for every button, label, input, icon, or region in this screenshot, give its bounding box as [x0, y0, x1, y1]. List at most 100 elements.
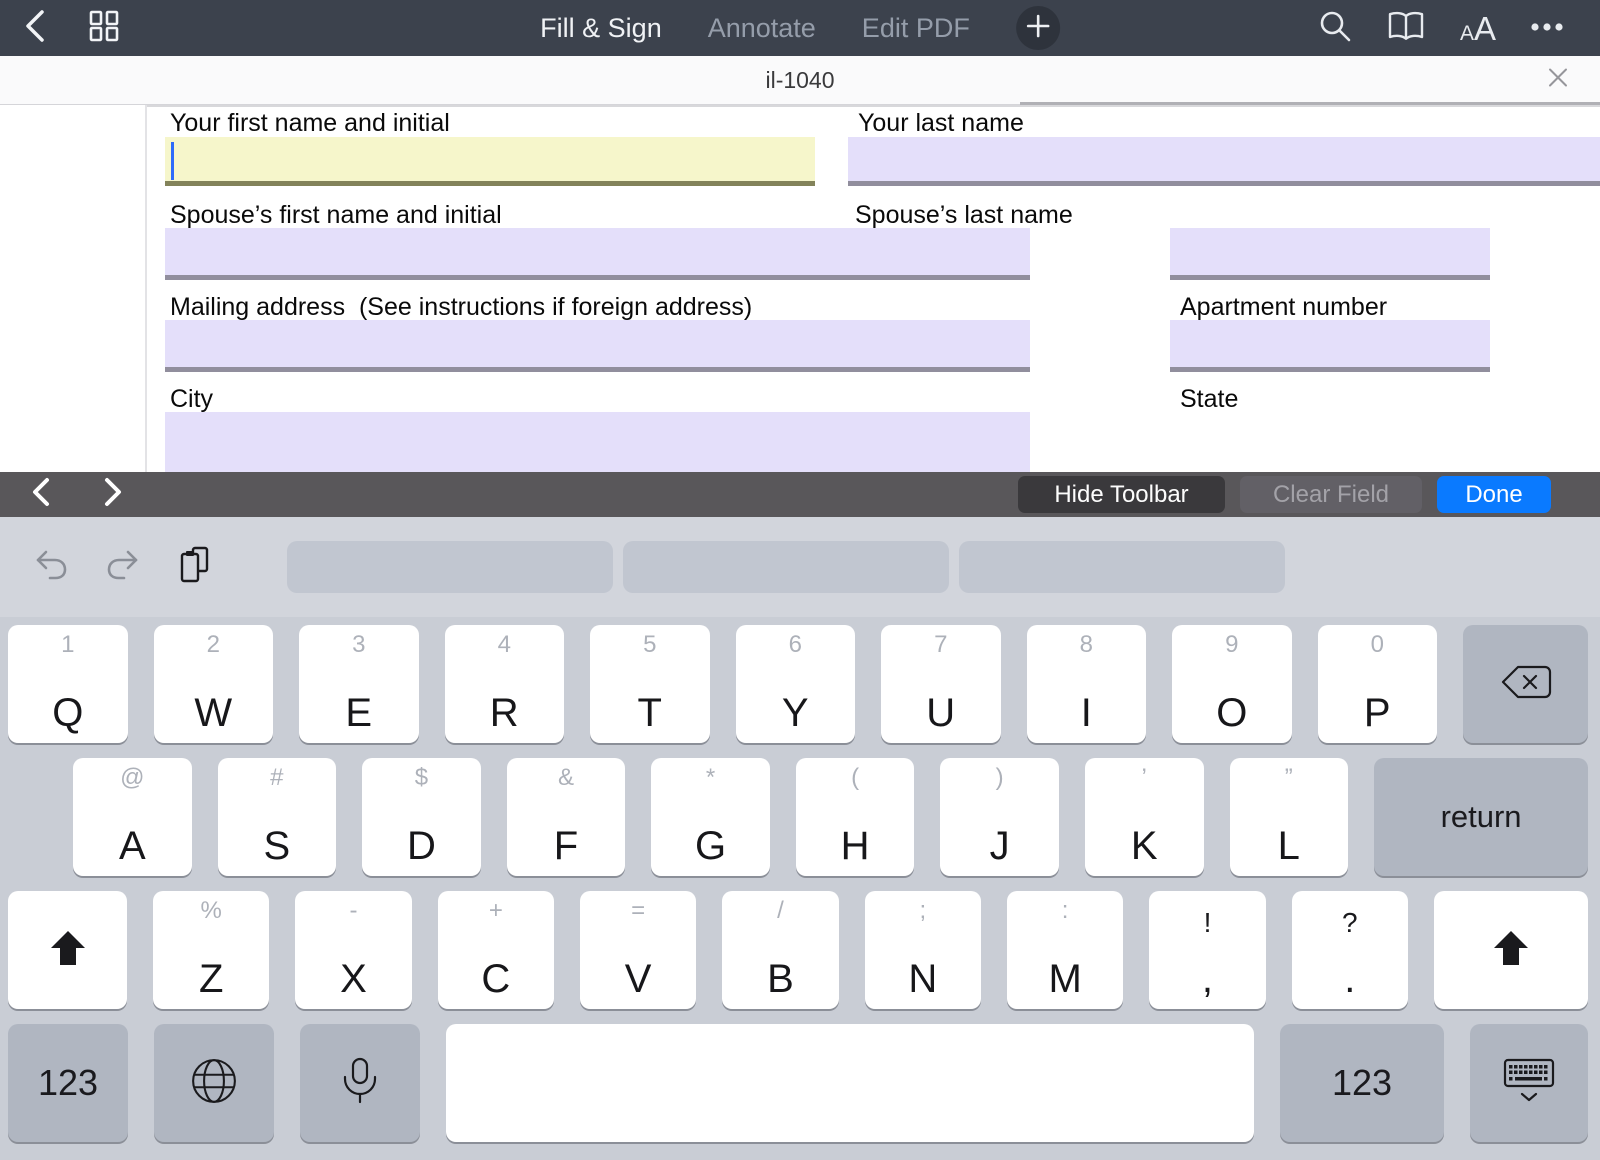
key-secondary-label: ; — [919, 897, 927, 924]
key-k[interactable]: ’ K — [1084, 758, 1204, 876]
thumbnails-button[interactable] — [88, 10, 120, 47]
key-primary-label: P — [1363, 691, 1391, 735]
key-p[interactable]: 0P — [1317, 625, 1437, 743]
key-shift-left[interactable] — [8, 891, 127, 1009]
key-question-period[interactable]: ?. — [1291, 891, 1408, 1009]
key-i[interactable]: 8I — [1026, 625, 1146, 743]
text-cursor — [171, 142, 174, 180]
previous-field-button[interactable] — [30, 477, 52, 512]
key-l[interactable]: ” L — [1229, 758, 1349, 876]
spouse-first-name-field[interactable] — [165, 228, 1030, 280]
document-tab-bar: il-1040 — [0, 56, 1600, 107]
key-o[interactable]: 9O — [1172, 625, 1292, 743]
key-primary-label: I — [1080, 691, 1092, 735]
key-y[interactable]: 6Y — [735, 625, 855, 743]
key-secondary-label: : — [1061, 897, 1069, 924]
outline-button[interactable] — [1386, 10, 1426, 47]
key-h[interactable]: (H — [795, 758, 915, 876]
key-mic[interactable] — [300, 1024, 420, 1142]
key-f[interactable]: & F — [506, 758, 626, 876]
suggestion-pill[interactable] — [287, 541, 613, 593]
key-z[interactable]: % Z — [153, 891, 270, 1009]
key-exclam-comma[interactable]: !, — [1149, 891, 1266, 1009]
first-name-field[interactable] — [165, 137, 815, 186]
key-num-right[interactable]: 123 — [1280, 1024, 1444, 1142]
hide-toolbar-button[interactable]: Hide Toolbar — [1018, 476, 1225, 513]
keyboard-row: % Z - X + C = V / B; N: M!,?. — [8, 891, 1588, 1009]
key-c[interactable]: + C — [437, 891, 554, 1009]
mic-icon — [340, 1056, 380, 1111]
key-secondary-label: ) — [995, 764, 1004, 791]
key-secondary-label: # — [270, 764, 284, 791]
back-chevron-icon — [22, 8, 48, 49]
apartment-number-field[interactable] — [1170, 320, 1490, 372]
key-primary-label: M — [1048, 957, 1082, 1001]
key-j[interactable]: ) J — [940, 758, 1059, 876]
keyboard-row: 1Q2W3E4R5T6Y7U8I9O0P — [8, 625, 1588, 743]
back-button[interactable] — [22, 8, 48, 49]
spouse-last-name-field[interactable] — [1170, 228, 1490, 280]
key-q[interactable]: 1Q — [8, 625, 128, 743]
key-secondary-label: % — [200, 897, 222, 924]
tab-annotate[interactable]: Annotate — [708, 13, 816, 44]
paste-button[interactable] — [178, 545, 212, 590]
key-secondary-label: 0 — [1370, 631, 1384, 658]
tab-fill-sign[interactable]: Fill & Sign — [540, 13, 662, 44]
done-button[interactable]: Done — [1437, 476, 1551, 513]
top-toolbar: Fill & Sign Annotate Edit PDF AA — [0, 0, 1600, 56]
close-icon — [1546, 66, 1570, 95]
key-primary-label: B — [767, 957, 794, 1001]
next-field-button[interactable] — [102, 477, 124, 512]
more-button[interactable] — [1530, 19, 1564, 37]
key-u[interactable]: 7U — [881, 625, 1001, 743]
key-secondary-label: ” — [1284, 764, 1293, 791]
text-settings-button[interactable]: AA — [1460, 12, 1496, 45]
key-r[interactable]: 4R — [444, 625, 564, 743]
shift-icon — [48, 929, 88, 972]
key-return[interactable]: return — [1374, 758, 1589, 876]
key-space[interactable] — [446, 1024, 1254, 1142]
document-tab-title[interactable]: il-1040 — [765, 67, 834, 94]
key-secondary-label: 4 — [497, 631, 511, 658]
key-t[interactable]: 5T — [590, 625, 710, 743]
key-primary-label: R — [489, 691, 519, 735]
key-b[interactable]: / B — [722, 891, 839, 1009]
apartment-number-label: Apartment number — [1180, 293, 1388, 321]
key-num-left[interactable]: 123 — [8, 1024, 128, 1142]
last-name-field[interactable] — [848, 137, 1600, 186]
key-x[interactable]: -X — [295, 891, 412, 1009]
key-n[interactable]: ; N — [864, 891, 981, 1009]
key-a[interactable]: @ A — [73, 758, 192, 876]
key-primary-label: . — [1344, 957, 1356, 1001]
key-m[interactable]: :M — [1006, 891, 1124, 1009]
key-g[interactable]: * G — [651, 758, 770, 876]
keyboard: 1 Q 2 W 3 E 4 R 5 T 6 Y 7 U 8 I 9 O 0 P @ A # S $ D & F * G(H) J’ K” Lre… — [0, 617, 1600, 1142]
key-w[interactable]: 2W — [153, 625, 273, 743]
suggestion-pill[interactable] — [959, 541, 1285, 593]
city-field[interactable] — [165, 412, 1030, 472]
key-globe[interactable] — [154, 1024, 274, 1142]
search-button[interactable] — [1318, 9, 1352, 48]
close-tab-button[interactable] — [1546, 66, 1570, 95]
key-primary-label: K — [1130, 824, 1158, 868]
text-size-icon: AA — [1459, 9, 1496, 47]
redo-button[interactable] — [106, 549, 140, 586]
add-tool-button[interactable] — [1015, 6, 1060, 50]
undo-button[interactable] — [34, 549, 68, 586]
plus-icon — [1025, 13, 1051, 44]
suggestion-pill[interactable] — [623, 541, 949, 593]
page-edge-top — [145, 105, 1600, 107]
key-s[interactable]: # S — [217, 758, 337, 876]
key-backspace[interactable] — [1463, 625, 1588, 743]
pdf-form-page: Your first name and initial Your last na… — [0, 105, 1600, 472]
key-d[interactable]: $ D — [362, 758, 481, 876]
key-primary-label: Q — [52, 691, 84, 735]
clear-field-button[interactable]: Clear Field — [1240, 476, 1422, 513]
key-shift-right[interactable] — [1433, 891, 1588, 1009]
tab-edit-pdf[interactable]: Edit PDF — [862, 13, 970, 44]
first-name-label: Your first name and initial — [170, 109, 450, 137]
key-v[interactable]: = V — [579, 891, 697, 1009]
key-dismiss[interactable] — [1470, 1024, 1588, 1142]
key-e[interactable]: 3E — [299, 625, 419, 743]
mailing-address-field[interactable] — [165, 320, 1030, 372]
